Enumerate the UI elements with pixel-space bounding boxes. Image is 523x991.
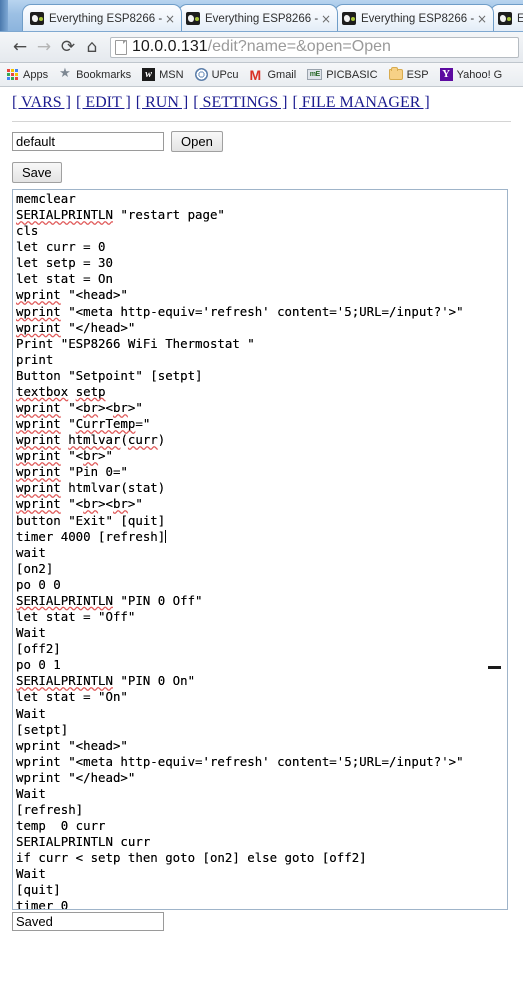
tab-title: Everything ESP8266 - [205, 12, 319, 25]
esp8266-favicon-icon [186, 12, 200, 25]
back-icon[interactable]: ← [8, 35, 32, 59]
browser-tab-2[interactable]: Everything ESP8266 - × [178, 4, 338, 31]
address-bar[interactable]: 10.0.0.131/edit?name=&open=Open [110, 36, 519, 58]
page-content: [ VARS ] [ EDIT ] [ RUN ] [ SETTINGS ] [… [0, 87, 523, 991]
nav-link-run[interactable]: [ RUN ] [136, 94, 188, 111]
close-icon[interactable]: × [319, 13, 333, 25]
bookmark-label: Bookmarks [76, 68, 132, 81]
url-host: 10.0.0.131 [132, 38, 208, 55]
tab-title: Everything ESP8266 - [361, 12, 475, 25]
star-icon: ★ [59, 66, 71, 81]
open-file-row: Open [0, 122, 523, 152]
close-icon[interactable]: × [475, 13, 489, 25]
status-row [0, 910, 523, 931]
msn-icon: w [142, 68, 156, 81]
url-text: 10.0.0.131/edit?name=&open=Open [132, 38, 391, 56]
bookmark-bookmarks[interactable]: ★ Bookmarks [59, 66, 132, 81]
bookmark-upcu[interactable]: UPcu [194, 68, 239, 81]
url-path: /edit?name=&open=Open [207, 38, 391, 55]
tab-strip: Everything ESP8266 - × Everything ESP826… [0, 0, 523, 32]
forward-icon[interactable]: → [32, 35, 56, 59]
bookmark-label: PICBASIC [326, 68, 378, 81]
esp8266-favicon-icon [498, 12, 512, 25]
bookmark-label: Gmail [267, 68, 297, 81]
bookmark-label: ESP [406, 68, 429, 81]
window-left-edge [0, 0, 8, 31]
nav-link-file-manager[interactable]: [ FILE MANAGER ] [292, 94, 429, 111]
bookmark-picbasic[interactable]: mE PICBASIC [307, 68, 378, 81]
browser-toolbar: ← → ⟳ ⌂ 10.0.0.131/edit?name=&open=Open [0, 32, 523, 63]
gmail-m-icon: M [249, 66, 262, 83]
bookmark-gmail[interactable]: M Gmail [249, 66, 297, 83]
tab-title: Everything ESP8266 - [517, 13, 523, 25]
close-icon[interactable]: × [163, 13, 177, 25]
editor-wrapper: memclear SERIALPRINTLN "restart page" cl… [12, 189, 508, 910]
bookmark-label: Apps [23, 68, 49, 81]
nav-link-edit[interactable]: [ EDIT ] [76, 94, 131, 111]
upcu-icon [194, 68, 208, 81]
browser-tab-1[interactable]: Everything ESP8266 - × [22, 4, 182, 31]
open-button[interactable]: Open [171, 131, 223, 152]
nav-link-settings[interactable]: [ SETTINGS ] [193, 94, 287, 111]
bookmark-yahoo[interactable]: Y Yahoo! G [439, 68, 503, 81]
filename-input[interactable] [12, 132, 164, 151]
app-nav: [ VARS ] [ EDIT ] [ RUN ] [ SETTINGS ] [… [0, 87, 523, 116]
bookmark-esp[interactable]: ESP [388, 67, 429, 81]
bookmark-label: UPcu [211, 68, 239, 81]
reload-icon[interactable]: ⟳ [56, 35, 80, 59]
browser-tab-3[interactable]: Everything ESP8266 - × [334, 4, 494, 31]
save-button[interactable]: Save [12, 162, 62, 183]
save-row: Save [0, 152, 523, 189]
bookmark-apps[interactable]: Apps [7, 68, 49, 81]
esp8266-favicon-icon [30, 12, 44, 25]
bookmark-label: MSN [159, 68, 184, 81]
tab-title: Everything ESP8266 - [49, 12, 163, 25]
bookmark-label: Yahoo! G [456, 68, 503, 81]
bookmarks-bar: Apps ★ Bookmarks w MSN UPcu M Gmail mE P… [0, 63, 523, 87]
horizontal-scroll-indicator[interactable] [488, 666, 501, 669]
picbasic-icon: mE [307, 69, 323, 80]
code-editor[interactable]: memclear SERIALPRINTLN "restart page" cl… [12, 189, 508, 910]
apps-grid-icon [7, 68, 19, 81]
yahoo-y-icon: Y [439, 68, 453, 81]
esp8266-favicon-icon [342, 12, 356, 25]
folder-icon [388, 67, 403, 80]
browser-tab-4[interactable]: Everything ESP8266 - × [490, 4, 523, 31]
status-field[interactable] [12, 912, 164, 931]
nav-link-vars[interactable]: [ VARS ] [12, 94, 71, 111]
page-document-icon [115, 39, 127, 55]
bookmark-msn[interactable]: w MSN [142, 68, 184, 81]
browser-window: Everything ESP8266 - × Everything ESP826… [0, 0, 523, 991]
home-icon[interactable]: ⌂ [80, 35, 104, 59]
